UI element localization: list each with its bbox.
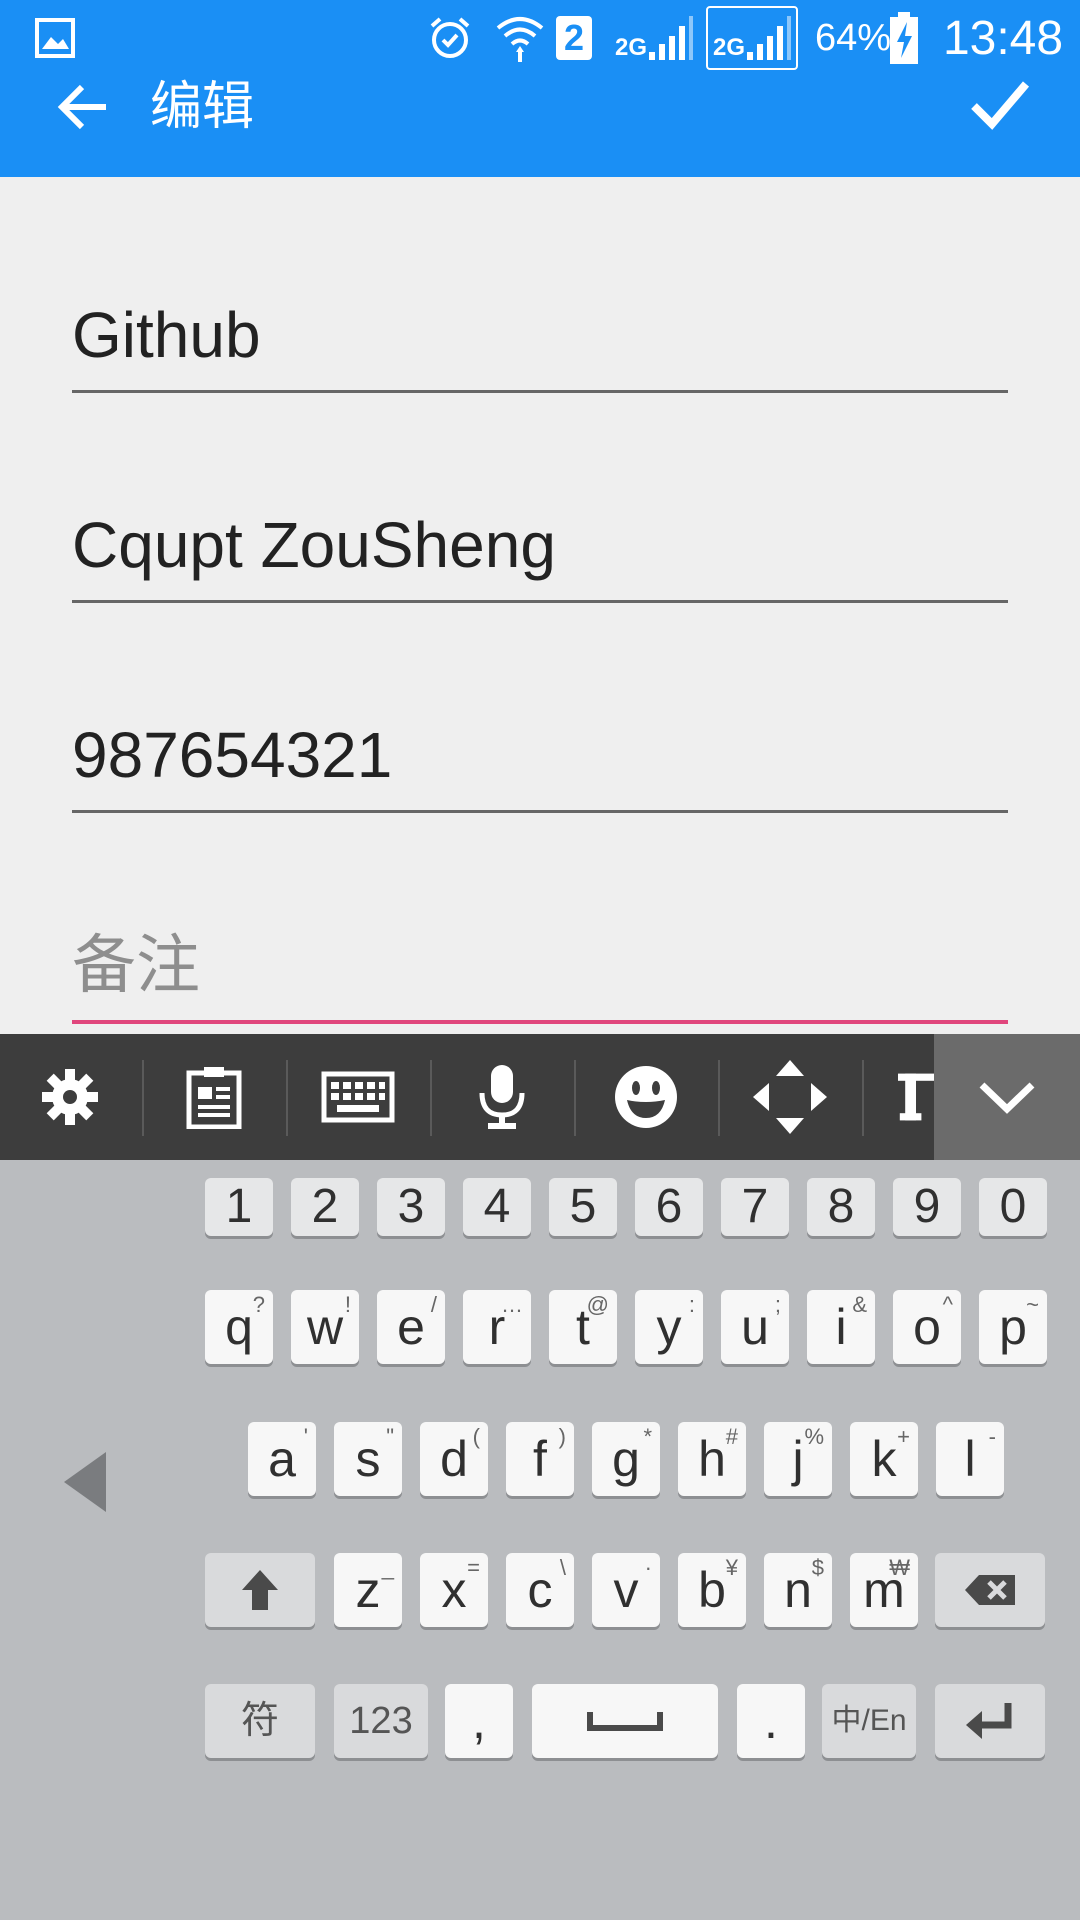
key-c[interactable]: c \ — [506, 1553, 574, 1627]
key-l[interactable]: l- — [936, 1422, 1004, 1496]
key-r[interactable]: r… — [463, 1290, 531, 1364]
signal-1: 2G — [612, 8, 696, 68]
comma-key[interactable]: , — [445, 1684, 513, 1758]
key-h[interactable]: h # — [678, 1422, 746, 1496]
number-input[interactable] — [72, 718, 1008, 792]
key-8[interactable]: 8 — [807, 1178, 875, 1236]
microphone-icon[interactable] — [432, 1034, 572, 1160]
key-q[interactable]: q? — [205, 1290, 273, 1364]
key-u[interactable]: u; — [721, 1290, 789, 1364]
key-j[interactable]: j% — [764, 1422, 832, 1496]
keyboard-left-arrow-icon[interactable] — [62, 1450, 112, 1520]
key-a[interactable]: a ' — [248, 1422, 316, 1496]
signal-strength-icon — [747, 16, 791, 60]
key-w[interactable]: w! — [291, 1290, 359, 1364]
key-x[interactable]: x = — [420, 1553, 488, 1627]
sim-indicator: 2 — [553, 8, 595, 68]
battery-charging-icon — [886, 8, 922, 68]
key-f[interactable]: f) — [506, 1422, 574, 1496]
ime-toolbar — [0, 1034, 1080, 1160]
signal-strength-icon — [649, 16, 693, 60]
backspace-icon — [965, 1575, 1015, 1605]
key-4[interactable]: 4 — [463, 1178, 531, 1236]
network-type-1: 2G — [614, 34, 647, 61]
symbols-button[interactable]: 符 — [205, 1684, 315, 1758]
confirm-check-icon[interactable] — [970, 72, 1030, 136]
period-key[interactable]: . — [737, 1684, 805, 1758]
key-z[interactable]: z _ — [334, 1553, 402, 1627]
key-3[interactable]: 3 — [377, 1178, 445, 1236]
key-g[interactable]: g * — [592, 1422, 660, 1496]
key-k[interactable]: k + — [850, 1422, 918, 1496]
key-d[interactable]: d( — [420, 1422, 488, 1496]
key-5[interactable]: 5 — [549, 1178, 617, 1236]
wifi-icon — [492, 8, 548, 68]
shift-arrow-icon — [242, 1570, 278, 1610]
key-e[interactable]: e / — [377, 1290, 445, 1364]
collapse-keyboard-button[interactable] — [934, 1034, 1080, 1160]
battery-percent: 64% — [814, 16, 892, 59]
status-bar: 2 2G 2G 64% 13:48 — [0, 0, 1080, 75]
name-field[interactable] — [72, 270, 1008, 393]
space-bar[interactable] — [532, 1684, 718, 1758]
key-v[interactable]: v · — [592, 1553, 660, 1627]
key-o[interactable]: o ^ — [893, 1290, 961, 1364]
text-style-icon[interactable] — [864, 1034, 934, 1160]
back-arrow-icon[interactable] — [52, 75, 116, 139]
language-switch-button[interactable]: 中/En — [822, 1684, 916, 1758]
key-1[interactable]: 1 — [205, 1178, 273, 1236]
chevron-down-icon — [979, 1082, 1035, 1114]
page-title: 编辑 — [150, 78, 255, 136]
name-input[interactable] — [72, 298, 1008, 372]
key-0[interactable]: 0 — [979, 1178, 1047, 1236]
number-field[interactable] — [72, 690, 1008, 813]
owner-input[interactable] — [72, 508, 1008, 582]
key-t[interactable]: t @ — [549, 1290, 617, 1364]
key-7[interactable]: 7 — [721, 1178, 789, 1236]
key-p[interactable]: p ~ — [979, 1290, 1047, 1364]
clipboard-icon[interactable] — [144, 1034, 284, 1160]
remark-field[interactable] — [72, 900, 1008, 1024]
key-b[interactable]: b ¥ — [678, 1553, 746, 1627]
gallery-notification-icon — [30, 8, 80, 68]
key-6[interactable]: 6 — [635, 1178, 703, 1236]
key-2[interactable]: 2 — [291, 1178, 359, 1236]
clock: 13:48 — [942, 11, 1064, 65]
key-i[interactable]: i & — [807, 1290, 875, 1364]
key-s[interactable]: s " — [334, 1422, 402, 1496]
emoji-icon[interactable] — [576, 1034, 716, 1160]
settings-gear-icon[interactable] — [0, 1034, 140, 1160]
owner-field[interactable] — [72, 480, 1008, 603]
backspace-button[interactable] — [935, 1553, 1045, 1627]
network-type-2: 2G — [712, 34, 745, 61]
enter-button[interactable] — [935, 1684, 1045, 1758]
enter-icon — [966, 1703, 1012, 1739]
app-bar: 2 2G 2G 64% 13:48 编辑 — [0, 0, 1080, 177]
shift-button[interactable] — [205, 1553, 315, 1627]
remark-input[interactable] — [72, 928, 1008, 1002]
key-n[interactable]: n $ — [764, 1553, 832, 1627]
keyboard-icon[interactable] — [288, 1034, 428, 1160]
sim-number: 2 — [556, 16, 592, 60]
cursor-move-icon[interactable] — [720, 1034, 860, 1160]
soft-keyboard: 1 2 3 4 5 6 7 8 9 0 q? w! e / r… t @ y: u;… — [0, 1160, 1080, 1920]
key-9[interactable]: 9 — [893, 1178, 961, 1236]
key-y[interactable]: y: — [635, 1290, 703, 1364]
key-m[interactable]: m ₩ — [850, 1553, 918, 1627]
alarm-icon — [424, 8, 476, 68]
signal-2: 2G — [706, 6, 798, 70]
space-icon — [587, 1712, 663, 1731]
numeric-button[interactable]: 123 — [334, 1684, 428, 1758]
